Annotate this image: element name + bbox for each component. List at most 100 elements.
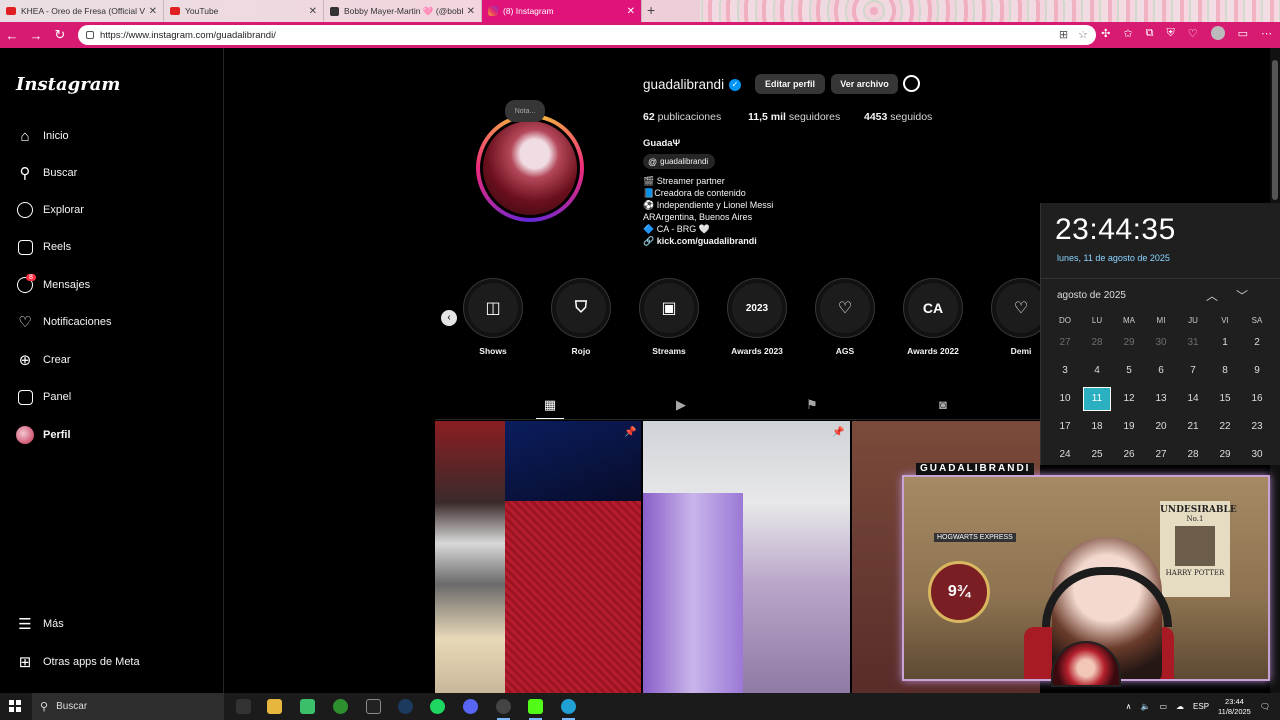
close-icon[interactable]: ✕ (627, 6, 635, 17)
stat-following[interactable]: 4453 seguidos (864, 111, 932, 123)
profile-avatar-story-ring[interactable] (476, 114, 584, 222)
stat-followers[interactable]: 11,5 mil seguidores (748, 111, 840, 123)
edge-icon[interactable] (561, 699, 576, 720)
threads-badge[interactable]: @ guadalibrandi (643, 154, 716, 169)
calendar-day[interactable]: 5 (1113, 357, 1145, 385)
calendar-day[interactable]: 14 (1177, 385, 1209, 413)
steam-icon[interactable] (398, 699, 413, 714)
calendar-day[interactable]: 7 (1177, 357, 1209, 385)
app-install-icon[interactable]: ⊞ (1059, 28, 1068, 41)
calendar-day[interactable]: 3 (1049, 357, 1081, 385)
highlight-awards-2023[interactable]: 2023 Awards 2023 (727, 278, 787, 356)
bio-link[interactable]: kick.com/guadalibrandi (657, 236, 757, 246)
windows-start-icon[interactable] (9, 700, 21, 712)
discord-icon[interactable] (463, 699, 478, 714)
calendar-day[interactable]: 29 (1113, 329, 1145, 357)
browser-tab-instagram[interactable]: (8) Instagram ✕ (482, 0, 642, 22)
sidebar-toggle-icon[interactable]: ▭ (1238, 27, 1248, 40)
calendar-day[interactable]: 10 (1049, 385, 1081, 413)
calendar-day-today[interactable]: 11 (1081, 385, 1113, 413)
taskbar-search[interactable]: ⚲ Buscar (32, 693, 224, 720)
calendar-day[interactable]: 31 (1177, 329, 1209, 357)
sidebar-item-buscar[interactable]: ⚲ Buscar (16, 161, 78, 185)
calendar-day[interactable]: 9 (1241, 357, 1273, 385)
profile-avatar[interactable] (480, 118, 580, 218)
taskview-icon[interactable] (236, 699, 251, 714)
calendar-day[interactable]: 28 (1081, 329, 1113, 357)
calendar-day[interactable]: 8 (1209, 357, 1241, 385)
edit-profile-button[interactable]: Editar perfil (755, 74, 825, 94)
sidebar-item-crear[interactable]: ⊕ Crear (16, 348, 71, 372)
clock-date[interactable]: lunes, 11 de agosto de 2025 (1057, 253, 1170, 263)
bio-link-row[interactable]: 🔗 kick.com/guadalibrandi (643, 235, 773, 247)
network-icon[interactable]: ▭ (1159, 702, 1167, 711)
calendar-day[interactable]: 1 (1209, 329, 1241, 357)
extensions-icon[interactable]: ✣ (1101, 27, 1110, 40)
calendar-day[interactable]: 19 (1113, 413, 1145, 441)
calendar-day[interactable]: 30 (1145, 329, 1177, 357)
calendar-day[interactable]: 18 (1081, 413, 1113, 441)
collections-icon[interactable]: ⧉ (1146, 27, 1154, 40)
obs-icon[interactable] (496, 699, 511, 720)
calendar-day[interactable]: 23 (1241, 413, 1273, 441)
more-icon[interactable]: ⋯ (1261, 27, 1272, 40)
sidebar-item-panel[interactable]: Panel (16, 385, 71, 409)
close-icon[interactable]: ✕ (467, 6, 475, 17)
sidebar-item-explorar[interactable]: Explorar (16, 198, 84, 222)
refresh-icon[interactable]: ↻ (48, 27, 72, 43)
calendar-day[interactable]: 16 (1241, 385, 1273, 413)
post-thumbnail[interactable] (435, 421, 641, 693)
calendar-day[interactable]: 27 (1049, 329, 1081, 357)
calendar-day[interactable]: 21 (1177, 413, 1209, 441)
post-thumbnail[interactable] (643, 421, 850, 693)
forward-icon[interactable]: → (24, 28, 48, 43)
instagram-logo[interactable]: Instagram (16, 74, 120, 95)
sidebar-item-inicio[interactable]: ⌂ Inicio (16, 124, 68, 148)
highlight-rojo[interactable]: ⛉ Rojo (551, 278, 611, 356)
app-icon[interactable] (300, 699, 315, 714)
calendar-day[interactable]: 6 (1145, 357, 1177, 385)
epic-games-icon[interactable] (366, 699, 381, 714)
highlight-awards-2022[interactable]: CA Awards 2022 (903, 278, 963, 356)
calendar-day[interactable]: 17 (1049, 413, 1081, 441)
tab-reels-icon[interactable]: ▶ (673, 397, 689, 413)
sidebar-item-reels[interactable]: Reels (16, 235, 71, 259)
calendar-month-label[interactable]: agosto de 2025 (1057, 290, 1126, 301)
calendar-day[interactable]: 13 (1145, 385, 1177, 413)
new-tab-button[interactable]: + (647, 2, 655, 18)
browser-tab-tiktok[interactable]: Bobby Mayer-Martin 🩷 (@bobby ✕ (324, 0, 482, 22)
onedrive-icon[interactable]: ☁ (1176, 702, 1184, 711)
site-info-icon[interactable] (86, 31, 94, 39)
tab-tagged-icon[interactable]: ◙ (935, 397, 951, 413)
calendar-day[interactable]: 15 (1209, 385, 1241, 413)
close-icon[interactable]: ✕ (309, 6, 317, 17)
back-icon[interactable]: ← (0, 28, 24, 43)
close-icon[interactable]: ✕ (149, 6, 157, 17)
chevron-down-icon[interactable]: ﹀ (1236, 289, 1266, 303)
taskbar-clock[interactable]: 23:44 11/8/2025 (1218, 697, 1251, 717)
kick-icon[interactable] (528, 699, 543, 720)
xbox-icon[interactable] (333, 699, 348, 714)
notifications-icon[interactable]: 🗨 (1260, 702, 1270, 711)
sidebar-item-mas[interactable]: ☰ Más (16, 612, 64, 636)
favorites-icon[interactable]: ✩ (1123, 27, 1132, 40)
sidebar-item-mensajes[interactable]: 8 Mensajes (16, 273, 90, 297)
calendar-day[interactable]: 22 (1209, 413, 1241, 441)
sidebar-item-notificaciones[interactable]: ♡ Notificaciones (16, 310, 111, 334)
highlights-prev-button[interactable]: ‹ (441, 310, 457, 326)
calendar-day[interactable]: 4 (1081, 357, 1113, 385)
highlight-ags[interactable]: ♡ AGS (815, 278, 875, 356)
shield-icon[interactable]: ⛨ (1166, 27, 1174, 40)
heart-icon[interactable]: ♡ (1188, 27, 1198, 40)
highlight-shows[interactable]: ◫ Shows (463, 278, 523, 356)
browser-tab-youtube[interactable]: YouTube ✕ (164, 0, 324, 22)
browser-tab-khea[interactable]: KHEA - Oreo de Fresa (Official Vi ✕ (0, 0, 164, 22)
language-indicator[interactable]: ESP (1193, 702, 1209, 711)
settings-gear-icon[interactable] (903, 75, 920, 92)
view-archive-button[interactable]: Ver archivo (831, 74, 898, 94)
extension-icon[interactable]: ⟲ (1079, 27, 1088, 40)
tab-saved-bookmark-icon[interactable]: ⚑ (804, 397, 820, 413)
profile-avatar[interactable] (1210, 26, 1225, 40)
volume-icon[interactable]: 🔈 (1140, 702, 1150, 711)
calendar-day[interactable]: 12 (1113, 385, 1145, 413)
